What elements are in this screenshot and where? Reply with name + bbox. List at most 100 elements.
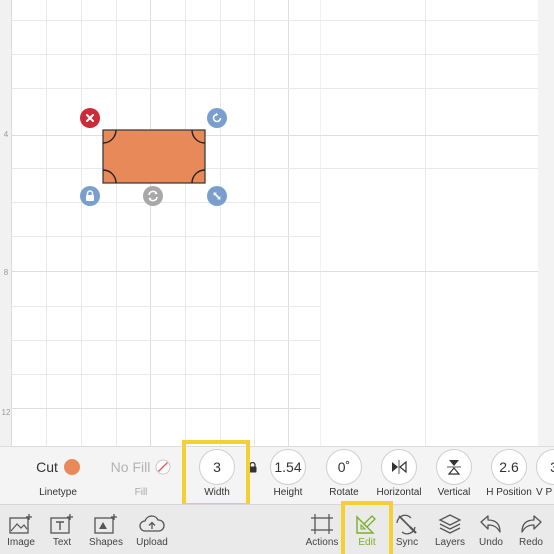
- upload-label: Upload: [136, 537, 168, 548]
- redo-button[interactable]: Redo: [513, 505, 549, 554]
- aspect-lock-control[interactable]: [246, 447, 258, 505]
- grid-line: [12, 168, 554, 169]
- grid-line: [12, 202, 320, 203]
- rotate-handle[interactable]: [207, 108, 227, 128]
- grid-line: [12, 20, 554, 21]
- upload-tool[interactable]: Upload: [132, 505, 172, 554]
- v-position-control[interactable]: 3 V P: [536, 447, 554, 505]
- grid-line: [185, 0, 186, 446]
- grid-line: [12, 271, 554, 272]
- flip-horizontal-label: Horizontal: [376, 487, 422, 498]
- width-label: Width: [204, 487, 230, 498]
- grid-line: [12, 408, 320, 409]
- grid-line: [12, 374, 320, 375]
- grid-line: [425, 0, 426, 446]
- flip-vertical-button[interactable]: [436, 449, 472, 485]
- sync-label: Sync: [395, 537, 419, 548]
- lock-icon: [86, 190, 94, 201]
- lock-handle[interactable]: [80, 186, 100, 206]
- grid-line: [116, 0, 117, 446]
- image-icon: [9, 514, 32, 534]
- image-tool[interactable]: Image: [2, 505, 40, 554]
- actions-icon: [311, 514, 333, 534]
- actions-tool[interactable]: Actions: [302, 505, 342, 554]
- flip-vertical-icon: [447, 460, 461, 475]
- ruler-mark: 8: [3, 268, 9, 277]
- ruler-mark: 12: [1, 408, 11, 417]
- grid-line: [254, 0, 255, 446]
- grid-line: [320, 0, 321, 446]
- rotate-label: Rotate: [329, 487, 359, 498]
- sync-arrows-icon: [148, 190, 158, 202]
- flip-vertical-control[interactable]: Vertical: [430, 447, 478, 505]
- linetype-label: Linetype: [39, 487, 77, 498]
- shapes-icon: [94, 514, 117, 534]
- text-label: Text: [52, 537, 72, 548]
- layers-tool[interactable]: Layers: [430, 505, 470, 554]
- design-space: 4 8 12 Cut Linetype No Fill Fill 3 Width…: [0, 0, 554, 554]
- sync-tool[interactable]: Sync: [388, 505, 426, 554]
- grid-line: [12, 88, 554, 89]
- close-icon: [86, 114, 94, 122]
- grid-line: [12, 236, 320, 237]
- h-position-input[interactable]: 2.6: [491, 449, 527, 485]
- lock-icon: [248, 461, 256, 472]
- width-input[interactable]: 3: [199, 449, 235, 485]
- flip-vertical-label: Vertical: [437, 487, 471, 498]
- edit-label: Edit: [358, 537, 376, 548]
- width-control[interactable]: 3 Width: [196, 447, 238, 505]
- grid-line: [220, 0, 221, 446]
- h-position-label: H Position: [486, 487, 532, 498]
- vertical-ruler: 4 8 12: [0, 0, 12, 446]
- image-label: Image: [7, 537, 35, 548]
- fill-control[interactable]: No Fill Fill: [104, 447, 178, 505]
- shapes-tool[interactable]: Shapes: [86, 505, 126, 554]
- grid-line: [150, 0, 151, 446]
- text-icon: [50, 514, 73, 534]
- delete-handle[interactable]: [80, 108, 100, 128]
- edit-tool[interactable]: Edit: [347, 505, 387, 554]
- redo-icon: [521, 515, 542, 533]
- rotate-control[interactable]: 0˚ Rotate: [322, 447, 366, 505]
- linetype-control[interactable]: Cut Linetype: [28, 447, 88, 505]
- undo-button[interactable]: Undo: [473, 505, 509, 554]
- grid-line: [12, 135, 554, 136]
- grid-line: [288, 0, 289, 446]
- undo-icon: [480, 515, 501, 533]
- design-canvas[interactable]: 4 8 12: [0, 0, 554, 446]
- redo-label: Redo: [519, 537, 543, 548]
- grid-line: [12, 340, 320, 341]
- upload-cloud-icon: [139, 515, 165, 532]
- edit-icon: [356, 515, 376, 534]
- ruler-mark: 4: [3, 130, 9, 139]
- rotate-icon: [212, 112, 222, 123]
- undo-label: Undo: [479, 537, 503, 548]
- v-position-label: V P: [536, 487, 553, 498]
- no-fill-icon: [155, 459, 171, 475]
- grid-line: [12, 306, 320, 307]
- text-tool[interactable]: Text: [44, 505, 80, 554]
- h-position-control[interactable]: 2.6 H Position: [484, 447, 534, 505]
- height-input[interactable]: 1.54: [270, 449, 306, 485]
- flip-horizontal-button[interactable]: [381, 449, 417, 485]
- resize-handle[interactable]: [207, 186, 227, 206]
- layers-icon: [438, 514, 462, 534]
- grid-line: [81, 0, 82, 446]
- grid-line: [46, 0, 47, 446]
- rotate-input[interactable]: 0˚: [326, 449, 362, 485]
- height-control[interactable]: 1.54 Height: [266, 447, 310, 505]
- shapes-label: Shapes: [89, 537, 123, 548]
- flip-horizontal-icon: [392, 460, 407, 474]
- selected-shape[interactable]: [102, 129, 206, 184]
- v-position-input[interactable]: 3: [536, 449, 554, 485]
- fill-value: No Fill: [110, 459, 151, 475]
- linetype-color-swatch[interactable]: [63, 459, 80, 475]
- bottom-toolbar: Image Text Shapes Upload Actions Edit Sy…: [0, 501, 554, 554]
- actions-label: Actions: [305, 537, 339, 548]
- fill-label: Fill: [134, 487, 148, 498]
- height-label: Height: [273, 487, 303, 498]
- flip-horizontal-control[interactable]: Horizontal: [372, 447, 426, 505]
- linetype-value: Cut: [36, 459, 58, 475]
- duplicate-handle[interactable]: [143, 186, 163, 206]
- resize-arrows-icon: [213, 192, 221, 200]
